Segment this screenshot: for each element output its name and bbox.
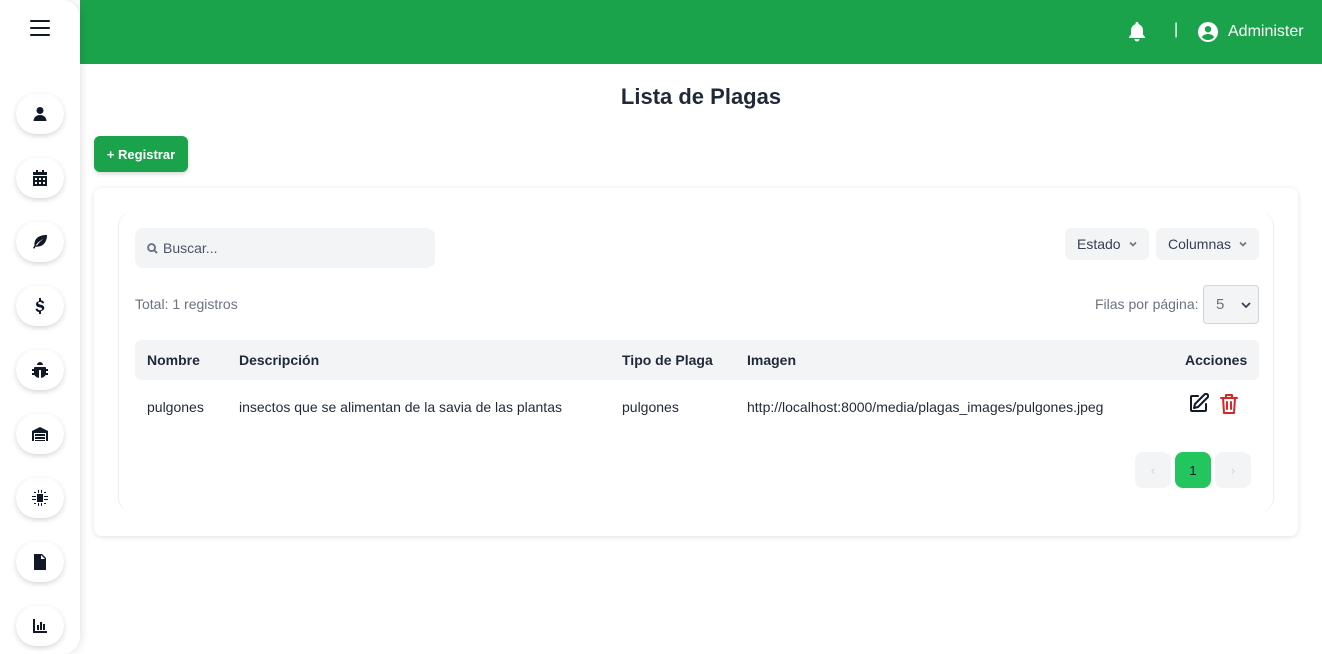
column-header-acciones: Acciones <box>1185 352 1248 368</box>
sidebar-item-users[interactable] <box>16 94 64 134</box>
chevron-down-icon <box>1241 302 1251 309</box>
column-header-nombre[interactable]: Nombre <box>147 352 200 368</box>
delete-icon[interactable] <box>1219 393 1239 415</box>
sidebar-item-warehouse[interactable] <box>16 414 64 454</box>
sidebar <box>0 0 80 654</box>
chevron-down-icon <box>1129 241 1137 247</box>
page-title: Lista de Plagas <box>620 84 782 109</box>
estado-filter-label: Estado <box>1077 236 1121 252</box>
bug-icon <box>32 362 48 378</box>
sidebar-item-iot[interactable] <box>16 478 64 518</box>
document-icon <box>34 554 46 570</box>
cell-tipo: pulgones <box>622 399 679 415</box>
warehouse-icon <box>32 427 48 441</box>
user-icon <box>33 107 47 121</box>
rows-per-page-select[interactable]: 5 <box>1203 285 1259 324</box>
table-header: Nombre Descripción Tipo de Plaga Imagen … <box>135 340 1259 380</box>
search-icon <box>147 242 158 254</box>
column-header-imagen[interactable]: Imagen <box>747 352 796 368</box>
table-card: Estado Columnas Total: 1 registros Filas… <box>94 188 1298 536</box>
hamburger-icon[interactable] <box>30 20 50 36</box>
calendar-icon <box>33 170 47 186</box>
total-records: Total: 1 registros <box>135 296 238 312</box>
microchip-icon <box>32 490 48 506</box>
chevron-down-icon <box>1239 241 1247 247</box>
rows-per-page-label: Filas por página: <box>1095 296 1199 312</box>
sidebar-item-statistics[interactable] <box>16 606 64 646</box>
top-header: | Administer <box>80 0 1322 64</box>
estado-filter-dropdown[interactable]: Estado <box>1065 228 1149 260</box>
sidebar-item-finance[interactable] <box>16 286 64 326</box>
user-menu[interactable]: Administer <box>1198 20 1304 44</box>
dollar-icon <box>35 298 45 314</box>
register-button[interactable]: + Registrar <box>94 136 188 172</box>
cell-descripcion: insectos que se alimentan de la savia de… <box>239 399 562 415</box>
search-input[interactable] <box>163 240 423 256</box>
header-separator: | <box>1174 21 1179 38</box>
user-circle-icon <box>1198 22 1218 42</box>
columnas-label: Columnas <box>1168 236 1232 252</box>
leaf-icon <box>33 235 47 249</box>
edit-icon[interactable] <box>1189 392 1210 413</box>
table-container: Estado Columnas Total: 1 registros Filas… <box>118 212 1274 512</box>
cell-imagen: http://localhost:8000/media/plagas_image… <box>747 399 1104 415</box>
pagination-next-button[interactable]: › <box>1215 452 1251 488</box>
columnas-dropdown[interactable]: Columnas <box>1156 228 1260 260</box>
search-box[interactable] <box>135 228 435 268</box>
column-header-tipo[interactable]: Tipo de Plaga <box>622 352 713 368</box>
bar-chart-icon <box>33 619 47 633</box>
user-name: Administer <box>1228 23 1304 40</box>
sidebar-item-reports[interactable] <box>16 542 64 582</box>
sidebar-item-calendar[interactable] <box>16 158 64 198</box>
pagination-page-1[interactable]: 1 <box>1175 452 1211 488</box>
pagination-prev-button[interactable]: ‹ <box>1135 452 1171 488</box>
sidebar-item-pests[interactable] <box>16 350 64 390</box>
rows-per-page-value: 5 <box>1216 296 1225 313</box>
cell-nombre: pulgones <box>147 399 204 415</box>
column-header-descripcion[interactable]: Descripción <box>239 352 319 368</box>
sidebar-item-crops[interactable] <box>16 222 64 262</box>
notifications-bell-icon[interactable] <box>1128 22 1146 42</box>
